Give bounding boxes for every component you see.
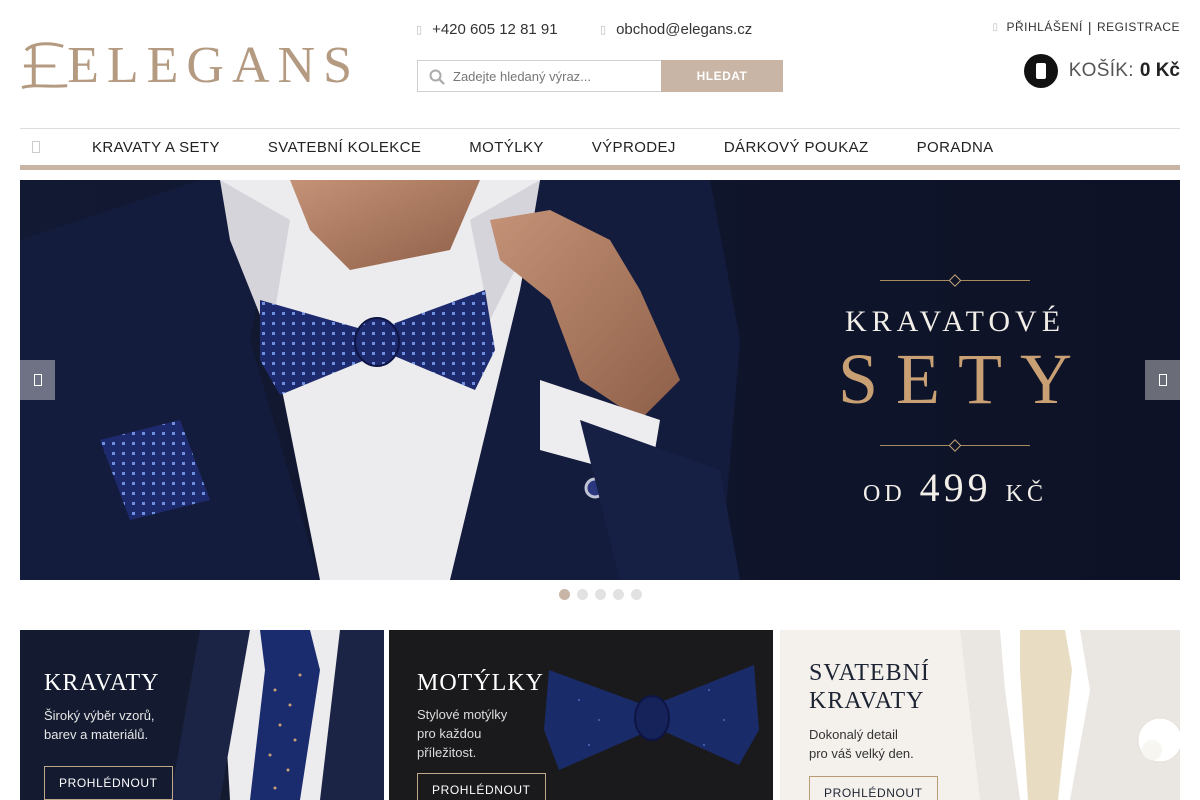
site-logo[interactable]: ELEGANS — [20, 38, 360, 94]
banner-kravaty[interactable]: KRAVATY Široký výběr vzorů, barev a mate… — [20, 630, 384, 800]
banner-desc-line: Stylové motýlky — [417, 707, 508, 722]
register-link[interactable]: REGISTRACE — [1097, 20, 1180, 34]
banner-svatebni-desc: Dokonalý detail pro váš velký den. — [809, 725, 914, 763]
phone-icon: ▯ — [416, 22, 423, 36]
banner-svatebni-title: SVATEBNÍ KRAVATY — [809, 660, 930, 715]
nav-item-darkovy-poukaz[interactable]: DÁRKOVÝ POUKAZ — [724, 139, 869, 156]
login-link[interactable]: PŘIHLÁŠENÍ — [1006, 20, 1082, 34]
nav-item-poradna[interactable]: PORADNA — [917, 139, 994, 156]
slider-pagination — [559, 589, 642, 600]
slider-dot[interactable] — [577, 589, 588, 600]
banner-desc-line: barev a materiálů. — [44, 727, 149, 742]
banner-desc-line: Dokonalý detail — [809, 727, 898, 742]
hero-slider[interactable]: KRAVATOVÉ SETY OD 499 KČ — [20, 180, 1180, 580]
banner-kravaty-desc: Široký výběr vzorů, barev a materiálů. — [44, 706, 155, 744]
site-header: ELEGANS ▯ +420 605 12 81 91 ▯ obchod@ele… — [0, 0, 1200, 128]
search-input[interactable] — [453, 61, 658, 91]
slider-dot[interactable] — [559, 589, 570, 600]
search-box — [417, 60, 661, 92]
banner-desc-line: pro váš velký den. — [809, 746, 914, 761]
banner-motylky[interactable]: MOTÝLKY Stylové motýlky pro každou příle… — [389, 630, 773, 800]
chevron-left-icon[interactable] — [20, 360, 55, 400]
banner-kravaty-button[interactable]: PROHLÉDNOUT — [44, 766, 173, 800]
cart-icon — [1023, 54, 1058, 88]
account-links: ▯ PŘIHLÁŠENÍ | REGISTRACE — [992, 17, 1180, 37]
contact-phone[interactable]: ▯ +420 605 12 81 91 — [416, 18, 558, 40]
slider-dot[interactable] — [631, 589, 642, 600]
phone-number: +420 605 12 81 91 — [432, 20, 558, 38]
banner-motylky-title: MOTÝLKY — [417, 670, 544, 696]
main-navigation: KRAVATY A SETY SVATEBNÍ KOLEKCE MOTÝLKY … — [20, 128, 1180, 170]
hero-caption: KRAVATOVÉ SETY OD 499 KČ — [800, 280, 1110, 511]
nav-item-kravaty-a-sety[interactable]: KRAVATY A SETY — [92, 139, 220, 156]
search-icon — [429, 69, 445, 85]
search-button[interactable]: HLEDAT — [661, 60, 783, 92]
cart-total: 0 Kč — [1139, 60, 1180, 81]
banner-motylky-desc: Stylové motýlky pro každou příležitost. — [417, 705, 507, 762]
nav-item-svatebni-kolekce[interactable]: SVATEBNÍ KOLEKCE — [268, 139, 421, 156]
slider-dot[interactable] — [613, 589, 624, 600]
hero-price: OD 499 KČ — [800, 464, 1110, 511]
category-banners: KRAVATY Široký výběr vzorů, barev a mate… — [20, 630, 1180, 800]
hero-price-prefix: OD — [862, 481, 906, 507]
nav-item-motylky[interactable]: MOTÝLKY — [469, 139, 543, 156]
banner-title-line: KRAVATY — [809, 687, 925, 714]
search-form: HLEDAT — [417, 60, 783, 92]
banner-desc-line: Široký výběr vzorů, — [44, 708, 155, 723]
user-icon: ▯ — [992, 21, 999, 33]
hero-title-line2: SETY — [838, 339, 1090, 419]
contact-email[interactable]: ▯ obchod@elegans.cz — [600, 18, 752, 40]
home-icon[interactable] — [20, 129, 52, 165]
cart-widget[interactable]: KOŠÍK: 0 Kč — [1023, 54, 1180, 88]
account-separator: | — [1087, 19, 1092, 35]
hero-title-line1: KRAVATOVÉ — [844, 305, 1066, 338]
cart-label: KOŠÍK: — [1068, 60, 1134, 81]
banner-svatebni-button[interactable]: PROHLÉDNOUT — [809, 776, 938, 800]
chevron-right-icon[interactable] — [1145, 360, 1180, 400]
banner-desc-line: pro každou — [417, 726, 482, 741]
banner-svatebni-kravaty[interactable]: SVATEBNÍ KRAVATY Dokonalý detail pro váš… — [780, 630, 1180, 800]
hero-divider-top — [880, 280, 1030, 281]
hero-price-value: 499 — [919, 465, 992, 510]
email-address: obchod@elegans.cz — [616, 20, 753, 38]
nav-item-vyprodej[interactable]: VÝPRODEJ — [592, 139, 676, 156]
mail-icon: ▯ — [600, 22, 607, 36]
banner-title-line: SVATEBNÍ — [809, 660, 930, 686]
hero-price-currency: KČ — [1005, 481, 1047, 507]
banner-kravaty-title: KRAVATY — [44, 670, 160, 696]
banner-motylky-button[interactable]: PROHLÉDNOUT — [417, 773, 546, 800]
banner-desc-line: příležitost. — [417, 745, 477, 760]
logo-text: ELEGANS — [67, 37, 360, 94]
hero-divider-bottom — [880, 445, 1030, 446]
slider-dot[interactable] — [595, 589, 606, 600]
logo-monogram-icon — [21, 42, 68, 90]
